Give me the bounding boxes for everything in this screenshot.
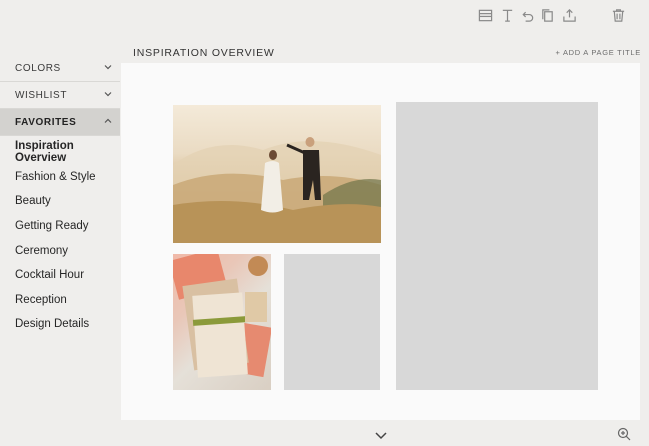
sidebar-item-reception[interactable]: Reception	[0, 288, 120, 313]
sidebar-item-inspiration-overview[interactable]: Inspiration Overview	[0, 140, 120, 165]
layout-icon[interactable]	[476, 6, 494, 24]
undo-icon[interactable]	[518, 6, 536, 24]
copy-icon[interactable]	[538, 6, 556, 24]
invitation-photo-art	[173, 254, 271, 378]
section-favorites-label: FAVORITES	[15, 116, 77, 128]
sidebar-item-ceremony[interactable]: Ceremony	[0, 238, 120, 263]
trash-icon[interactable]	[609, 6, 627, 24]
sidebar-item-beauty[interactable]: Beauty	[0, 189, 120, 214]
chevron-up-icon	[104, 117, 112, 125]
section-wishlist-label: WISHLIST	[15, 89, 68, 101]
sidebar: COLORS WISHLIST FAVORITES Inspiration Ov…	[0, 55, 120, 446]
page-title: INSPIRATION OVERVIEW	[133, 47, 275, 59]
section-wishlist[interactable]: WISHLIST	[0, 82, 120, 109]
zoom-in-icon[interactable]	[617, 427, 631, 441]
add-page-title-link[interactable]: + ADD A PAGE TITLE	[556, 48, 641, 57]
couple-dancing-photo[interactable]	[173, 105, 381, 243]
favorites-list: Inspiration Overview Fashion & Style Bea…	[0, 136, 120, 337]
section-favorites[interactable]: FAVORITES	[0, 109, 120, 136]
section-colors-label: COLORS	[15, 62, 61, 74]
chevron-down-icon[interactable]	[374, 428, 388, 440]
section-colors[interactable]: COLORS	[0, 55, 120, 82]
share-icon[interactable]	[560, 6, 578, 24]
chevron-down-icon	[104, 63, 112, 71]
sidebar-item-cocktail-hour[interactable]: Cocktail Hour	[0, 263, 120, 288]
sidebar-item-getting-ready[interactable]: Getting Ready	[0, 214, 120, 239]
sidebar-item-design-details[interactable]: Design Details	[0, 312, 120, 337]
empty-image-slot-large[interactable]	[396, 102, 598, 390]
moodboard-canvas	[121, 63, 640, 420]
invitation-suite-photo[interactable]	[173, 254, 271, 390]
empty-image-slot-small[interactable]	[284, 254, 380, 390]
chevron-down-icon	[104, 90, 112, 98]
sidebar-item-fashion-style[interactable]: Fashion & Style	[0, 165, 120, 190]
couple-photo-art	[173, 137, 381, 243]
text-icon[interactable]	[498, 6, 516, 24]
